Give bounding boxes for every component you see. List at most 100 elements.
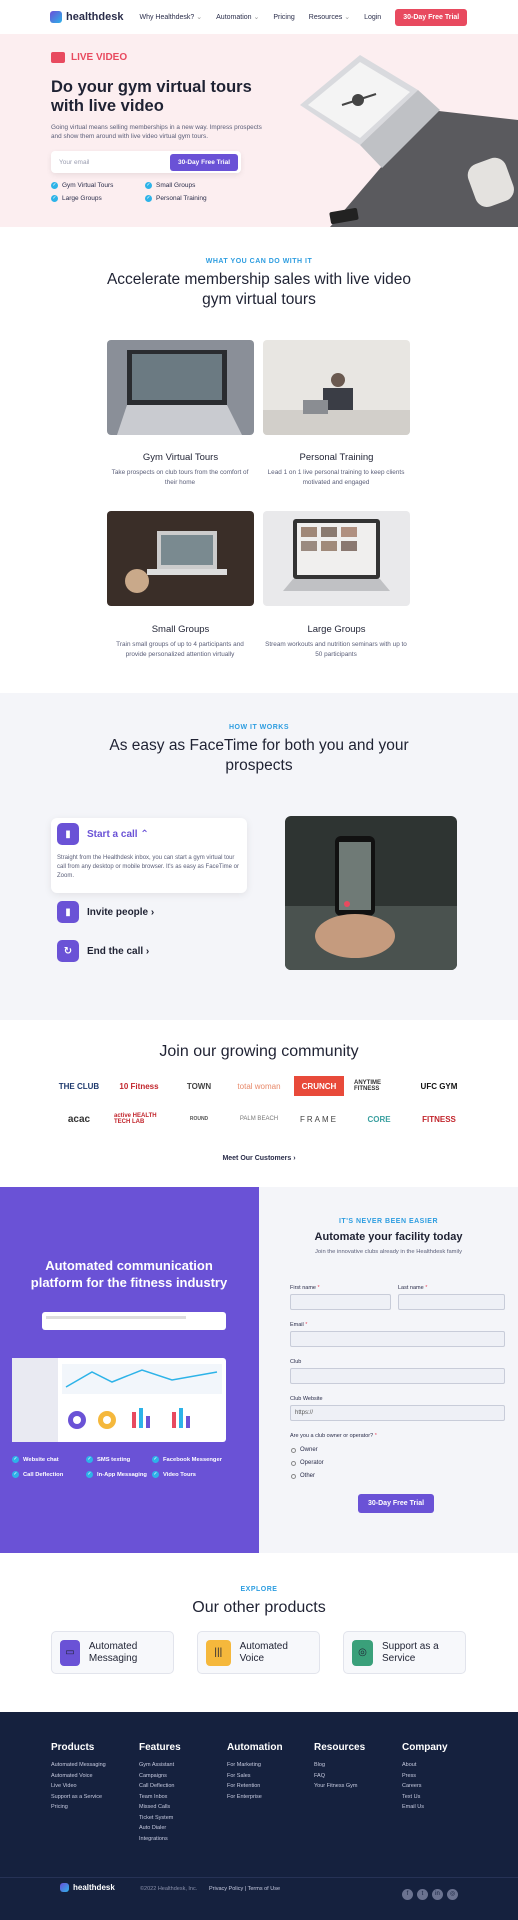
check-icon: ✓ [51,182,58,189]
check-icon: ✓ [12,1456,19,1463]
footer-link[interactable]: Missed Calls [139,1802,219,1813]
footer-link[interactable]: Blog [314,1760,394,1771]
product-automated-messaging[interactable]: ▭ Automated Messaging [51,1631,174,1674]
footer-link[interactable]: For Retention [227,1781,307,1792]
first-name-input[interactable] [290,1294,391,1310]
feature-tag-label: Call Deflection [23,1471,64,1478]
hero-badge: LIVE VIDEO [51,52,127,63]
footer-link[interactable]: Careers [402,1781,482,1792]
social-links: f t in ◎ [398,1882,458,1900]
hero-laptop-image [300,55,518,227]
feature-tag-label: Website chat [23,1456,59,1463]
small-groups-image [107,511,254,606]
radio-operator[interactable]: Operator [291,1460,324,1466]
footer-link[interactable]: Gym Assistant [139,1760,219,1771]
step-desc: Straight from the Healthdesk inbox, you … [57,855,239,879]
meet-customers-link[interactable]: Meet Our Customers › [0,1155,518,1162]
email-input[interactable] [290,1331,505,1347]
nav-resources[interactable]: Resources [309,13,350,21]
footer-link[interactable]: For Sales [227,1771,307,1782]
legal-links[interactable]: Privacy Policy | Terms of Use [209,1886,280,1892]
footer-link[interactable]: Support as a Service [51,1792,131,1803]
footer-link[interactable]: Live Video [51,1781,131,1792]
footer-link[interactable]: Press [402,1771,482,1782]
footer-link[interactable]: Auto Dialer [139,1823,219,1834]
footer-link[interactable]: About [402,1760,482,1771]
feature-tag: ✓ Video Tours [152,1471,230,1478]
logo-active-health: active HEALTH TECH LAB [114,1113,157,1125]
footer-link[interactable]: For Enterprise [227,1792,307,1803]
footer-link[interactable]: Your Fitness Gym [314,1781,394,1792]
footer-link[interactable]: Automated Messaging [51,1760,131,1771]
copyright: ©2022 Healthdesk, Inc. [140,1886,198,1892]
footer-col-features: Features Gym Assistant Campaigns Call De… [139,1742,219,1844]
footer-link[interactable]: Integrations [139,1834,219,1845]
product-support-service[interactable]: ◎ Support as a Service [343,1631,466,1674]
footer-link[interactable]: Pricing [51,1802,131,1813]
products-title: Our other products [192,1599,326,1616]
voice-icon: ||| [206,1639,231,1666]
logo-the-club: THE CLUB [58,1081,100,1091]
check-icon: ✓ [145,195,152,202]
first-name-label: First name * [290,1285,320,1291]
radio-label: Operator [300,1460,324,1466]
step-invite-people[interactable]: ▮ Invite people › [57,901,154,923]
how-eyebrow: HOW IT WORKS [228,724,290,731]
radio-owner[interactable]: Owner [291,1447,318,1453]
platform-features: ✓ Website chat ✓ SMS texting ✓ Facebook Mes… [12,1456,230,1478]
footer-link[interactable]: For Marketing [227,1760,307,1771]
brand-name: healthdesk [73,1883,115,1892]
nav-why[interactable]: Why Healthdesk? [139,13,202,21]
footer-link[interactable]: Team Inbox [139,1792,219,1803]
signup-trial-button[interactable]: 30-Day Free Trial [358,1494,435,1513]
footer-link[interactable]: Ticket System [139,1813,219,1824]
support-icon: ◎ [352,1639,373,1666]
logo-frame: FRAME [300,1114,338,1124]
nav-trial-button[interactable]: 30-Day Free Trial [395,8,468,26]
facebook-icon[interactable]: f [402,1889,413,1900]
personal-training-image [263,340,410,435]
logo-icon [50,11,62,23]
instagram-icon[interactable]: ◎ [447,1889,458,1900]
nav-login[interactable]: Login [364,14,381,21]
hero-trial-button[interactable]: 30-Day Free Trial [169,153,238,171]
footer-link[interactable]: Email Us [402,1802,482,1813]
feature-tag-label: Video Tours [163,1471,196,1478]
footer-col-title: Company [402,1742,448,1753]
label-text: First name [290,1285,316,1291]
last-name-input[interactable] [398,1294,505,1310]
twitter-icon[interactable]: t [417,1889,428,1900]
check-icon: ✓ [152,1471,159,1478]
logo-10-fitness: 10 Fitness [119,1081,159,1091]
club-input[interactable] [290,1368,505,1384]
hero-signup-form: Your email 30-Day Free Trial [51,151,241,173]
footer-link[interactable]: FAQ [314,1771,394,1782]
video-camera-icon [51,52,65,63]
phone-icon: ▮ [57,823,79,845]
step-label: Invite people › [87,906,155,918]
product-label: Automated Messaging [88,1640,138,1664]
product-automated-voice[interactable]: ||| Automated Voice [197,1631,320,1674]
card-title: Large Groups [307,624,366,635]
products-section: EXPLORE Our other products ▭ Automated Me… [0,1553,518,1712]
footer-link[interactable]: Campaigns [139,1771,219,1782]
card-desc: Train small groups of up to 4 participan… [116,641,244,658]
feature-tag-label: SMS texting [97,1456,131,1463]
linkedin-icon[interactable]: in [432,1889,443,1900]
footer-link[interactable]: Call Deflection [139,1781,219,1792]
brand-logo[interactable]: healthdesk [50,11,123,23]
nav-pricing[interactable]: Pricing [273,14,294,21]
hero-email-input[interactable]: Your email [59,159,89,166]
radio-other[interactable]: Other [291,1473,315,1479]
footer-logo[interactable]: healthdesk [60,1883,115,1892]
start-call-card[interactable]: ▮ Start a call ⌃ Straight from the Health… [51,818,247,893]
footer-link[interactable]: Automated Voice [51,1771,131,1782]
nav-automation[interactable]: Automation [216,13,259,21]
club-website-input[interactable]: https:// [290,1405,505,1421]
step-end-call[interactable]: ↻ End the call › [57,940,149,962]
footer-link[interactable]: Text Us [402,1792,482,1803]
step-start-call[interactable]: ▮ Start a call ⌃ [57,823,149,845]
logo-core: CORE [367,1114,391,1124]
check-item: ✓ Small Groups [145,182,245,189]
platform-panel: Automated communication platform for the… [0,1187,259,1553]
